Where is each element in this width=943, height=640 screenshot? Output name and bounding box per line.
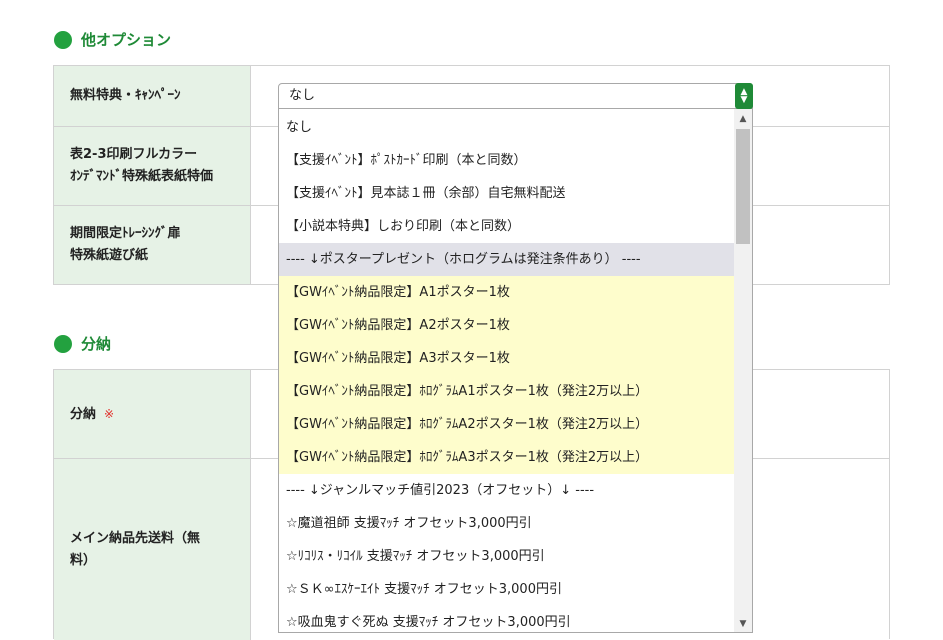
row-label-text: 分納 (70, 406, 97, 422)
up-down-chevron-icon[interactable]: ▲ ▼ (735, 83, 753, 109)
campaign-dropdown-list[interactable]: なし 【支援ｲﾍﾞﾝﾄ】ﾎﾟｽﾄｶｰﾄﾞ印刷（本と同数） 【支援ｲﾍﾞﾝﾄ】見本… (278, 109, 753, 633)
dropdown-option[interactable]: 【GWｲﾍﾞﾝﾄ納品限定】A1ポスター1枚 (279, 276, 734, 309)
dropdown-option[interactable]: なし (279, 111, 734, 144)
dropdown-option[interactable]: 【支援ｲﾍﾞﾝﾄ】ﾎﾟｽﾄｶｰﾄﾞ印刷（本と同数） (279, 144, 734, 177)
row-label: 表2-3印刷フルカラー ｵﾝﾃﾞﾏﾝﾄﾞ特殊紙表紙特価 (54, 127, 251, 205)
dropdown-option-separator[interactable]: ---- ↓ポスタープレゼント（ホログラムは発注条件あり） ---- (279, 243, 734, 276)
required-mark: ※ (104, 406, 115, 421)
dropdown-option-separator[interactable]: ---- ↓ジャンルマッチ値引2023（オフセット）↓ ---- (279, 474, 734, 507)
scroll-up-icon[interactable]: ▲ (734, 111, 752, 128)
row-label-text: 期間限定ﾄﾚｰｼﾝｸﾞ扉 (70, 226, 181, 241)
row-label-text: 特殊紙遊び紙 (70, 248, 149, 263)
bullet-dot-icon (54, 334, 72, 353)
section-heading-split: 分納 (54, 333, 111, 354)
dropdown-scrollbar[interactable]: ▲ ▼ (734, 109, 752, 632)
dropdown-option[interactable]: 【支援ｲﾍﾞﾝﾄ】見本誌１冊（余部）自宅無料配送 (279, 177, 734, 210)
row-label-text: メイン納品先送料（無 (70, 530, 201, 546)
row-label-text: 表2-3印刷フルカラー (70, 147, 198, 162)
row-label-text: 料） (70, 552, 97, 568)
dropdown-option[interactable]: 【GWｲﾍﾞﾝﾄ納品限定】A2ポスター1枚 (279, 309, 734, 342)
bullet-dot-icon (54, 30, 72, 49)
row-label: 無料特典・ｷｬﾝﾍﾟｰﾝ (54, 66, 251, 126)
campaign-select[interactable]: なし ▲ ▼ (278, 83, 753, 109)
scroll-down-icon[interactable]: ▼ (734, 616, 752, 632)
section-heading-other-options: 他オプション (54, 29, 171, 50)
select-value: なし (289, 88, 316, 103)
row-label: メイン納品先送料（無 料） (54, 459, 251, 640)
section-title: 他オプション (81, 31, 172, 49)
dropdown-option[interactable]: 【GWｲﾍﾞﾝﾄ納品限定】ﾎﾛｸﾞﾗﾑA2ポスター1枚（発注2万以上） (279, 408, 734, 441)
scrollbar-thumb[interactable] (736, 129, 750, 244)
dropdown-option[interactable]: 【GWｲﾍﾞﾝﾄ納品限定】ﾎﾛｸﾞﾗﾑA3ポスター1枚（発注2万以上） (279, 441, 734, 474)
row-label: 期間限定ﾄﾚｰｼﾝｸﾞ扉 特殊紙遊び紙 (54, 206, 251, 284)
dropdown-option[interactable]: 【GWｲﾍﾞﾝﾄ納品限定】A3ポスター1枚 (279, 342, 734, 375)
row-label-text: 無料特典・ｷｬﾝﾍﾟｰﾝ (70, 88, 181, 103)
dropdown-option[interactable]: ☆ﾘｺﾘｽ・ﾘｺｲﾙ 支援ﾏｯﾁ オフセット3,000円引 (279, 540, 734, 573)
row-label-text: ｵﾝﾃﾞﾏﾝﾄﾞ特殊紙表紙特価 (70, 169, 214, 184)
dropdown-option[interactable]: 【小説本特典】しおり印刷（本と同数） (279, 210, 734, 243)
dropdown-option[interactable]: 【GWｲﾍﾞﾝﾄ納品限定】ﾎﾛｸﾞﾗﾑA1ポスター1枚（発注2万以上） (279, 375, 734, 408)
section-title: 分納 (81, 335, 112, 353)
row-label: 分納 ※ (54, 370, 251, 458)
dropdown-option[interactable]: ☆吸血鬼すぐ死ぬ 支援ﾏｯﾁ オフセット3,000円引 (279, 606, 734, 632)
dropdown-option[interactable]: ☆ＳＫ∞ｴｽｹｰｴｲﾄ 支援ﾏｯﾁ オフセット3,000円引 (279, 573, 734, 606)
dropdown-option[interactable]: ☆魔道祖師 支援ﾏｯﾁ オフセット3,000円引 (279, 507, 734, 540)
